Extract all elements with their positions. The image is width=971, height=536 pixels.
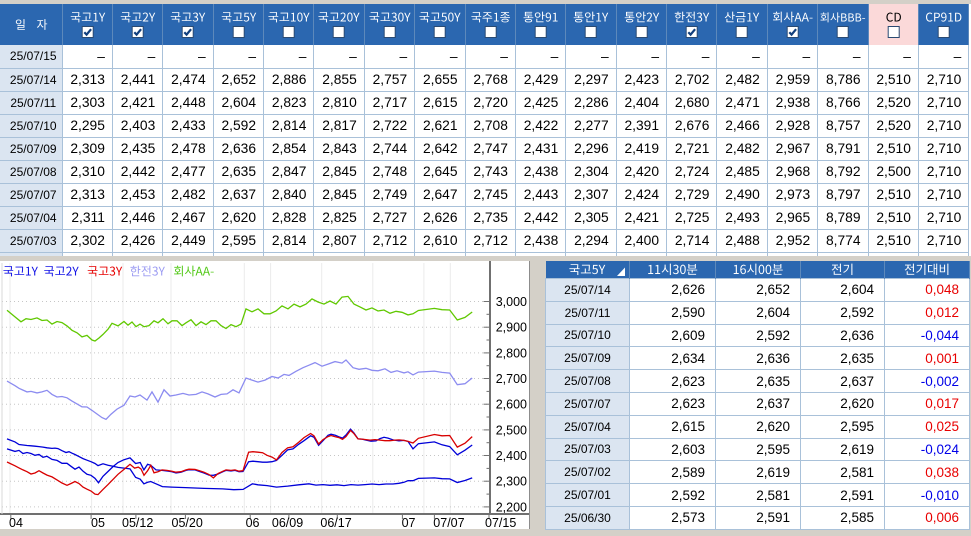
svg-text:2,500: 2,500 [496, 423, 527, 437]
svg-text:06: 06 [246, 516, 260, 529]
svg-text:2,800: 2,800 [496, 346, 527, 360]
svg-text:07/15: 07/15 [485, 516, 516, 529]
svg-text:05/20: 05/20 [172, 516, 203, 529]
svg-text:2,900: 2,900 [496, 321, 527, 335]
svg-text:05/12: 05/12 [122, 516, 153, 529]
svg-text:06/09: 06/09 [272, 516, 303, 529]
svg-text:2,400: 2,400 [496, 449, 527, 463]
svg-text:3,000: 3,000 [496, 295, 527, 309]
svg-text:04: 04 [9, 516, 23, 529]
svg-text:07/07: 07/07 [433, 516, 464, 529]
svg-text:2,200: 2,200 [496, 500, 527, 514]
svg-text:06/17: 06/17 [320, 516, 351, 529]
svg-text:2,300: 2,300 [496, 475, 527, 489]
svg-text:2,700: 2,700 [496, 372, 527, 386]
svg-text:05: 05 [91, 516, 105, 529]
svg-text:2,600: 2,600 [496, 398, 527, 412]
svg-text:07: 07 [402, 516, 416, 529]
